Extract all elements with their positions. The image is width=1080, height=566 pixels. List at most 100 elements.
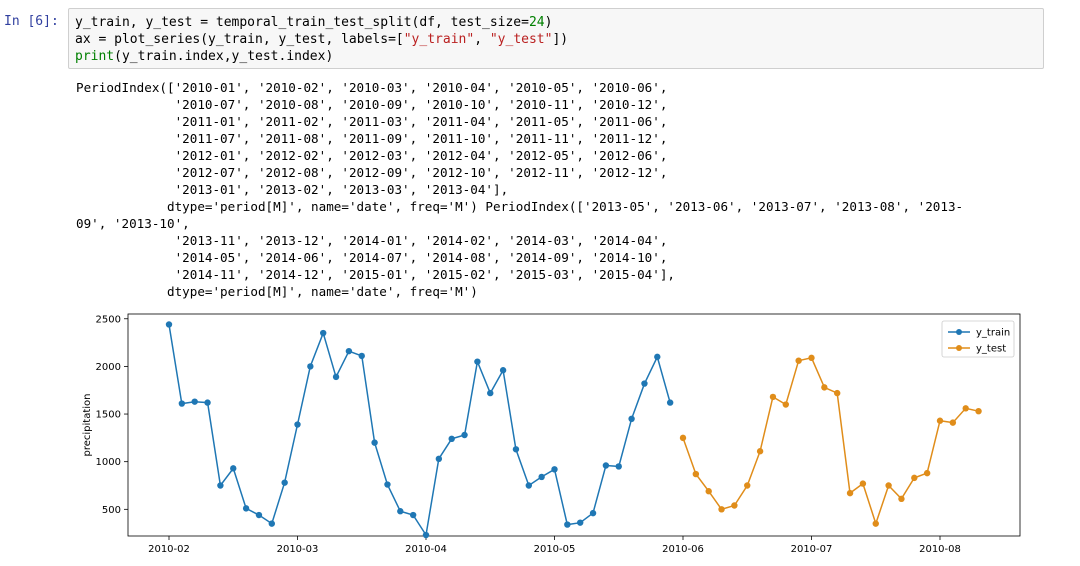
code-line: ax = plot_series(y_train, y_test, labels… (75, 31, 568, 48)
output-line: '2014-05', '2014-06', '2014-07', '2014-0… (76, 250, 668, 265)
data-point-y_train (577, 519, 584, 526)
data-point-y_train (178, 400, 186, 407)
data-point-y_test (885, 482, 892, 489)
y-tick-label: 2000 (96, 362, 121, 373)
data-point-y_train (422, 531, 430, 539)
data-point-y_train (332, 373, 340, 381)
y-tick-label: 500 (102, 505, 121, 516)
output-line: '2012-01', '2012-02', '2012-03', '2012-0… (76, 148, 668, 163)
legend-marker (956, 345, 962, 351)
x-tick-label: 2010-02 (148, 544, 190, 555)
code-token: (y_train.index,y_test.index) (114, 49, 334, 64)
y-tick-label: 2500 (96, 314, 121, 325)
data-point-y_train (589, 509, 597, 517)
data-point-y_train (666, 399, 674, 406)
x-tick-label: 2010-06 (662, 544, 704, 555)
data-point-y_train (268, 520, 275, 527)
data-point-y_test (782, 401, 789, 408)
data-point-y_train (615, 463, 622, 470)
data-point-y_test (911, 474, 918, 482)
output-line: '2010-07', '2010-08', '2010-09', '2010-1… (76, 97, 668, 112)
y-tick-label: 1500 (96, 410, 121, 421)
data-point-y_train (358, 352, 365, 360)
code-token: "y_train" (403, 32, 475, 47)
data-point-y_train (564, 521, 571, 528)
legend-marker (956, 329, 962, 335)
x-tick-label: 2010-03 (277, 544, 319, 555)
data-point-y_train (628, 415, 635, 423)
output-line: '2013-11', '2013-12', '2014-01', '2014-0… (76, 233, 668, 248)
data-point-y_test (923, 469, 931, 477)
data-point-y_train (204, 399, 211, 406)
legend-label: y_train (976, 328, 1010, 339)
data-point-y_test (834, 389, 841, 397)
output-line: '2011-01', '2011-02', '2011-03', '2011-0… (76, 114, 668, 129)
output-line: '2014-11', '2014-12', '2015-01', '2015-0… (76, 267, 675, 282)
data-point-y_train (525, 482, 532, 489)
data-point-y_test (692, 470, 700, 478)
data-point-y_test (821, 384, 828, 391)
x-tick-label: 2010-04 (405, 544, 447, 555)
y-axis-label: precipitation (82, 394, 93, 457)
line-chart: 500 1000 1500 2000 2500 2010-02 2010-03 2010-04… (82, 313, 1021, 555)
data-point-y_test (846, 489, 854, 497)
code-token: 24 (528, 15, 545, 30)
code-token: "y_test" (489, 32, 553, 47)
plot-area (127, 313, 1021, 537)
data-point-y_train (384, 481, 391, 488)
code-token: y_train, y_test = temporal_train_test_sp… (75, 15, 529, 30)
data-point-y_train (499, 367, 507, 374)
data-point-y_test (744, 482, 751, 489)
data-point-y_test (769, 393, 777, 401)
code-token: print (75, 49, 115, 64)
data-point-y_train (397, 508, 404, 515)
code-line: print(y_train.index,y_test.index) (75, 48, 333, 65)
data-point-y_train (191, 398, 198, 405)
x-tick-label: 2010-08 (919, 544, 961, 555)
code-token: ) (544, 15, 553, 30)
x-tick-label: 2010-07 (791, 544, 833, 555)
data-point-y_test (808, 354, 815, 362)
data-point-y_train (448, 435, 455, 443)
output-line: dtype='period[M]', name='date', freq='M'… (76, 284, 478, 299)
output-line: '2011-07', '2011-08', '2011-09', '2011-1… (76, 131, 668, 146)
data-point-y_train (307, 363, 314, 370)
legend-label: y_test (976, 344, 1006, 355)
data-point-y_train (242, 505, 250, 512)
y-tick-label: 1000 (96, 457, 121, 468)
data-point-y_test (705, 488, 712, 495)
data-point-y_test (718, 506, 725, 513)
data-point-y_test (795, 357, 802, 364)
data-point-y_test (975, 407, 982, 415)
data-point-y_test (949, 419, 957, 426)
data-point-y_train (461, 431, 468, 439)
data-point-y_train (294, 421, 301, 428)
data-point-y_test (872, 520, 879, 527)
data-point-y_train (487, 389, 494, 397)
data-point-y_train (551, 466, 558, 473)
data-point-y_train (345, 347, 353, 355)
code-token: ax = plot_series(y_train, y_test, labels… (75, 32, 404, 47)
data-point-y_test (756, 448, 764, 455)
data-point-y_test (679, 434, 687, 442)
data-point-y_train (281, 479, 288, 486)
data-point-y_train (512, 446, 520, 453)
data-point-y_train (165, 321, 173, 328)
cell-prompt: In [6]: (4, 14, 59, 29)
data-point-y_train (320, 329, 327, 337)
data-point-y_train (217, 482, 224, 489)
output-line: PeriodIndex(['2010-01', '2010-02', '2010… (76, 80, 668, 95)
data-point-y_train (654, 353, 661, 361)
data-point-y_train (255, 511, 263, 519)
output-line: '2013-01', '2013-02', '2013-03', '2013-0… (76, 182, 509, 197)
output-line: 09', '2013-10', (76, 216, 190, 231)
code-token: ]) (552, 32, 569, 47)
data-point-y_train (538, 473, 545, 481)
data-point-y_train (602, 462, 610, 469)
data-point-y_train (641, 380, 648, 387)
data-point-y_test (936, 417, 944, 424)
code-cell-input[interactable]: y_train, y_test = temporal_train_test_sp… (68, 8, 1044, 69)
data-point-y_train (371, 439, 378, 446)
data-point-y_test (962, 405, 969, 412)
data-point-y_test (731, 502, 738, 509)
